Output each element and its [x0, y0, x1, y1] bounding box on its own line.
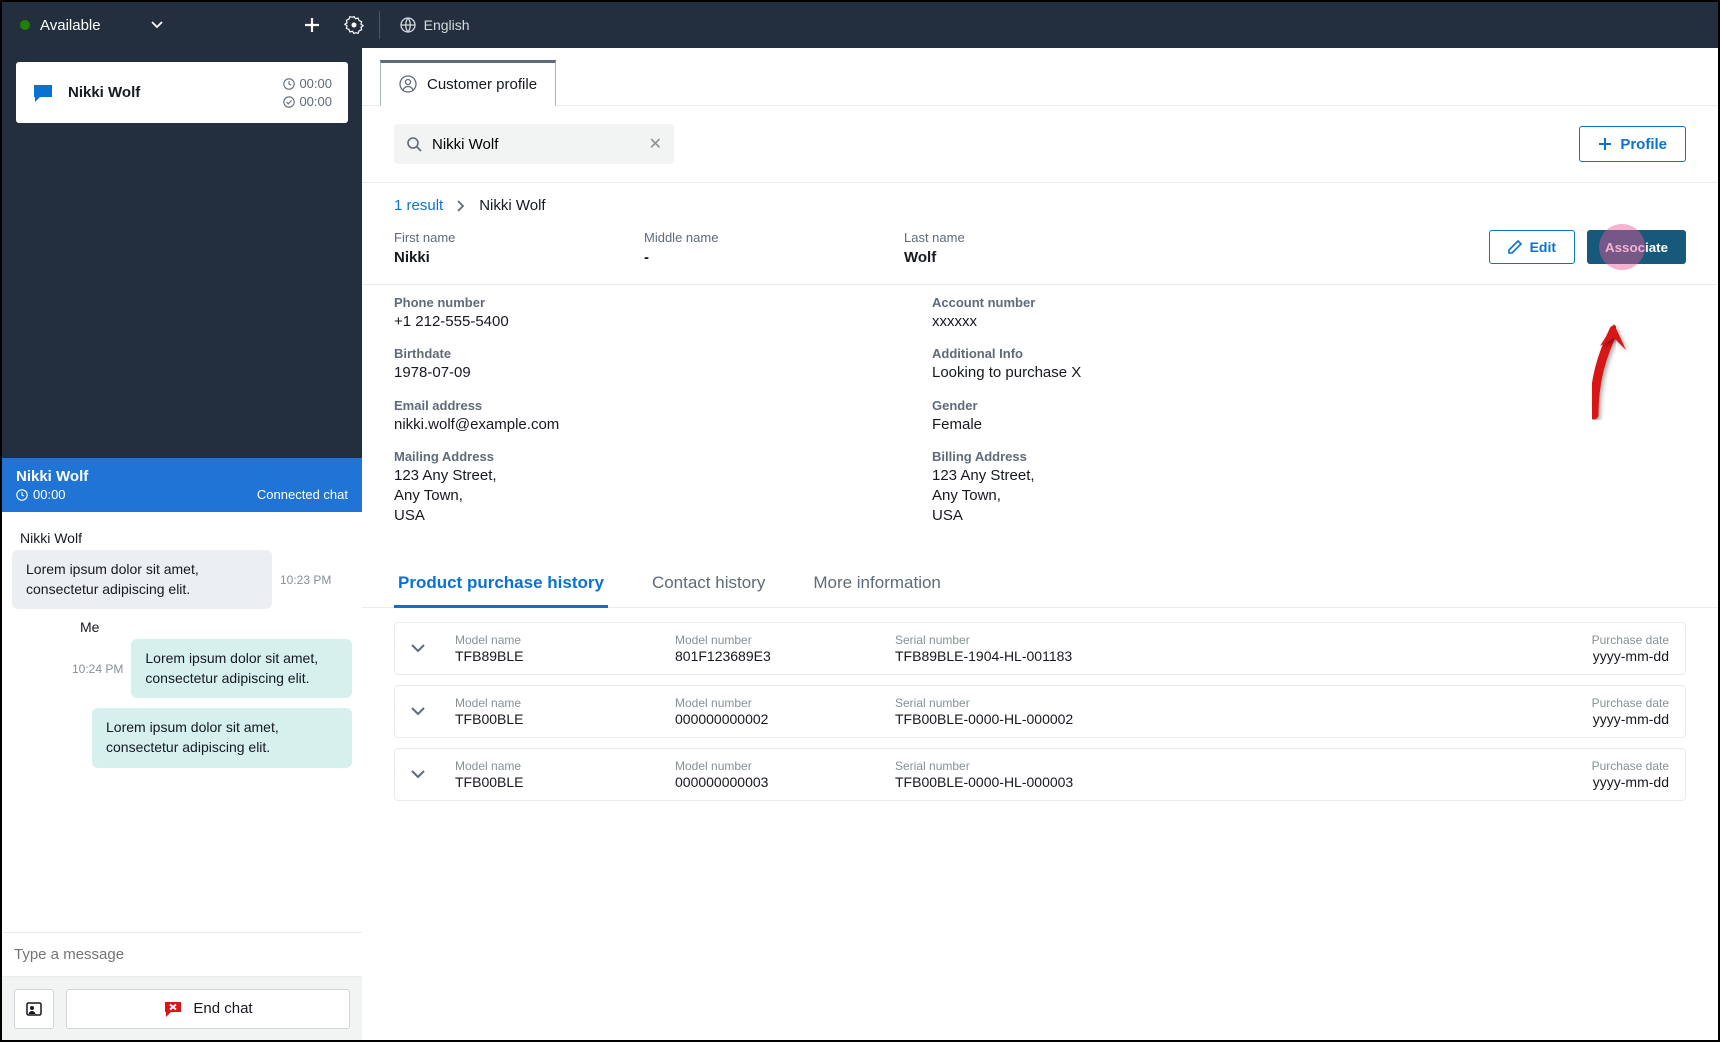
profile-btn-label: Profile	[1620, 136, 1667, 153]
tab-contact-history[interactable]: Contact history	[648, 561, 769, 607]
chat-message-me: Lorem ipsum dolor sit amet, consectetur …	[131, 639, 352, 698]
contact-card-button[interactable]	[14, 989, 54, 1029]
search-box: ✕	[394, 124, 674, 164]
sender-me: Me	[80, 619, 352, 635]
expand-row-button[interactable]	[411, 644, 435, 653]
end-chat-label: End chat	[193, 1000, 252, 1017]
account-label: Account number	[932, 295, 1430, 310]
chat-message-me: Lorem ipsum dolor sit amet, consectetur …	[92, 708, 352, 767]
birthdate-value: 1978-07-09	[394, 363, 892, 383]
purchase-row: Model nameTFB00BLE Model number000000000…	[394, 748, 1686, 801]
phone-value: +1 212-555-5400	[394, 312, 892, 332]
topbar: Available English	[2, 2, 1718, 48]
pencil-icon	[1508, 240, 1522, 254]
associate-label: Associate	[1605, 240, 1668, 255]
edit-label: Edit	[1530, 239, 1556, 255]
gender-value: Female	[932, 415, 1430, 435]
sender-them: Nikki Wolf	[20, 530, 352, 546]
settings-button[interactable]	[333, 2, 375, 48]
expand-row-button[interactable]	[411, 707, 435, 716]
plus-icon	[1598, 137, 1612, 151]
billing-value: 123 Any Street,Any Town,USA	[932, 466, 1430, 527]
clock-icon	[16, 489, 28, 501]
status-text: Available	[40, 17, 101, 34]
person-icon	[399, 75, 417, 93]
main-panel: Customer profile ✕ Profile 1 result Nikk…	[362, 48, 1718, 1040]
timer-2: 00:00	[299, 94, 332, 109]
check-circle-icon	[283, 96, 295, 108]
chat-message-them: Lorem ipsum dolor sit amet, consectetur …	[12, 550, 272, 609]
search-input[interactable]	[432, 136, 639, 153]
first-name-value: Nikki	[394, 249, 644, 266]
purchase-row: Model nameTFB00BLE Model number000000000…	[394, 685, 1686, 738]
language-selector[interactable]: English	[384, 17, 486, 33]
gender-label: Gender	[932, 398, 1430, 413]
search-row: ✕ Profile	[362, 106, 1718, 182]
mailing-value: 123 Any Street,Any Town,USA	[394, 466, 892, 527]
add-button[interactable]	[291, 2, 333, 48]
associate-button[interactable]: Associate	[1587, 230, 1686, 264]
purchase-history-list: Model nameTFB89BLE Model number801F12368…	[362, 608, 1718, 825]
first-name-label: First name	[394, 230, 644, 245]
message-input-area	[2, 932, 362, 976]
edit-button[interactable]: Edit	[1489, 230, 1575, 264]
status-available-icon	[20, 20, 30, 30]
contact-name: Nikki Wolf	[68, 84, 269, 101]
chat-icon	[32, 83, 54, 103]
globe-icon	[400, 17, 416, 33]
close-chat-icon	[163, 1000, 183, 1018]
chat-timestamp: 10:24 PM	[72, 662, 123, 676]
left-panel: Nikki Wolf 00:00 00:00 Nikki Wolf 00:00 …	[2, 48, 362, 1040]
billing-label: Billing Address	[932, 449, 1430, 464]
add-profile-button[interactable]: Profile	[1579, 126, 1686, 162]
chat-bottom-bar: End chat	[2, 976, 362, 1040]
search-icon	[406, 136, 422, 152]
tab-purchase-history[interactable]: Product purchase history	[394, 561, 608, 608]
last-name-label: Last name	[904, 230, 1154, 245]
agent-status-selector[interactable]: Available	[2, 2, 181, 48]
tab-customer-profile[interactable]: Customer profile	[380, 60, 556, 106]
addl-label: Additional Info	[932, 346, 1430, 361]
birthdate-label: Birthdate	[394, 346, 892, 361]
clear-search-button[interactable]: ✕	[649, 134, 662, 154]
last-name-value: Wolf	[904, 249, 1154, 266]
main-tabs: Customer profile	[362, 60, 1718, 106]
expand-row-button[interactable]	[411, 770, 435, 779]
tab-label: Customer profile	[427, 76, 537, 93]
email-label: Email address	[394, 398, 892, 413]
annotation-arrow-icon	[1564, 320, 1634, 420]
account-value: xxxxxx	[932, 312, 1430, 332]
addl-value: Looking to purchase X	[932, 363, 1430, 383]
chevron-right-icon	[457, 200, 465, 212]
contact-timers: 00:00 00:00	[283, 76, 332, 109]
chat-timestamp: 10:23 PM	[280, 573, 331, 587]
middle-name-value: -	[644, 249, 904, 266]
info-grid: Phone number +1 212-555-5400 Account numb…	[362, 285, 1462, 551]
chat-log: Nikki Wolf Lorem ipsum dolor sit amet, c…	[2, 512, 362, 932]
connected-bar: Nikki Wolf 00:00 Connected chat	[2, 458, 362, 512]
email-value: nikki.wolf@example.com	[394, 415, 892, 435]
connected-status: Connected chat	[257, 487, 348, 502]
name-row: First name Nikki Middle name - Last name…	[362, 224, 1718, 284]
connected-timer: 00:00	[33, 487, 66, 502]
mailing-label: Mailing Address	[394, 449, 892, 464]
sub-tabs: Product purchase history Contact history…	[362, 561, 1718, 608]
chevron-down-icon	[151, 21, 163, 29]
clock-icon	[283, 78, 295, 90]
tab-more-info[interactable]: More information	[809, 561, 945, 607]
results-link[interactable]: 1 result	[394, 197, 443, 214]
language-label: English	[424, 17, 470, 33]
breadcrumb-name: Nikki Wolf	[479, 197, 545, 214]
connected-name: Nikki Wolf	[16, 468, 348, 485]
contact-card[interactable]: Nikki Wolf 00:00 00:00	[16, 62, 348, 123]
end-chat-button[interactable]: End chat	[66, 989, 350, 1029]
phone-label: Phone number	[394, 295, 892, 310]
timer-1: 00:00	[299, 76, 332, 91]
middle-name-label: Middle name	[644, 230, 904, 245]
message-input[interactable]	[14, 946, 350, 963]
purchase-row: Model nameTFB89BLE Model number801F12368…	[394, 622, 1686, 675]
breadcrumb: 1 result Nikki Wolf	[362, 183, 1718, 224]
